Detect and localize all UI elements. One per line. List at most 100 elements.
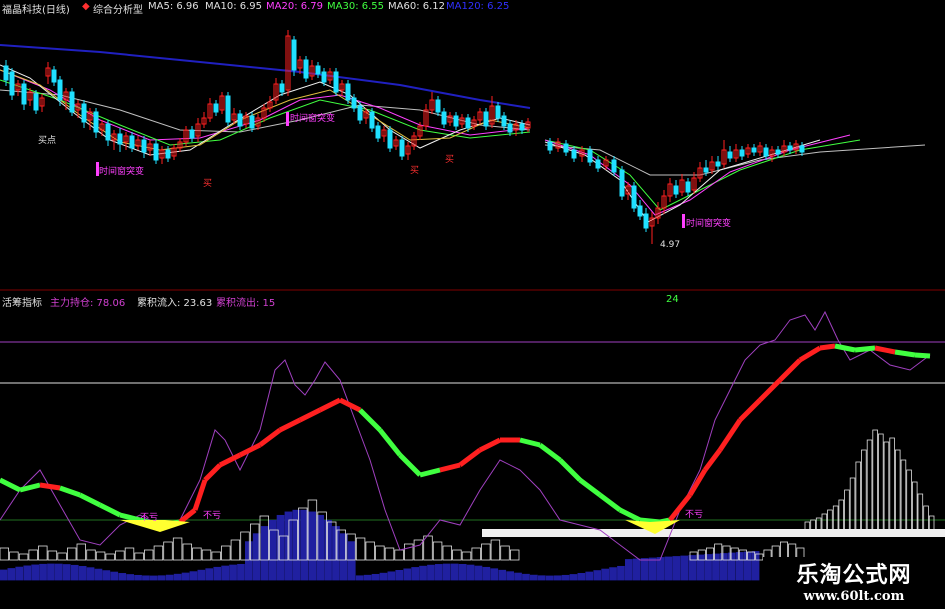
volume-white-bar-3 [28,549,38,561]
volume-white-bar-1 [9,551,19,561]
volume-white-bar-13 [124,547,135,561]
candle-left-19-body [117,133,123,145]
volume-blue-bar-0 [0,569,8,581]
volume-blue-bar-71 [561,574,570,581]
step-segment-38 [717,418,743,452]
buy-label-1: 买 [203,179,213,189]
volume-blue-bar-75 [593,570,602,581]
volume-white-bar-24 [230,539,241,561]
volume-blue-bar-64 [506,571,515,581]
volume-blue-bar-59 [466,564,475,581]
step-segment-46 [874,345,896,355]
volume-white-bar-right-1 [810,519,816,531]
volume-blue-bar-3 [23,565,32,581]
volume-blue-bar-15 [118,573,127,581]
step-segment-22 [419,467,441,478]
volume-white-bar-right-16 [895,449,901,531]
volume-blue-bar-10 [78,566,87,581]
volume-blue-bar-88 [696,554,705,581]
ma120-legend: MA120: 6.25 [446,1,510,12]
candle-right-2-body [563,143,569,153]
step-segment-44 [834,343,856,353]
volume-blue-bar-39 [308,511,317,581]
right-value: 24 [666,294,679,305]
volume-white-bar-right-18 [906,469,912,531]
volume-blue-bar-38 [300,509,309,581]
step-segment-16 [298,407,322,423]
step-segment-32 [618,507,642,523]
volume-blue-bar-22 [173,573,182,581]
candle-left-86-body [519,123,525,131]
step-segment-6 [119,512,141,523]
volume-blue-bar-4 [31,564,40,581]
step-segment-10 [192,479,208,511]
volume-blue-bar-7 [55,563,63,581]
volume-blue-bar-92 [727,552,736,581]
candle-right-25-body [715,161,721,167]
volume-white-bar-39 [375,545,385,561]
candle-left-3-body [21,83,27,105]
step-segment-5 [98,502,122,518]
candle-left-13-body [81,103,87,123]
ma60-legend: MA60: 6.12 [388,1,446,12]
volume-blue-bar-85 [672,556,681,581]
candle-right-11-body [631,185,637,209]
step-segment-24 [458,448,482,467]
volume-blue-bar-46 [363,574,372,581]
volume-white-bar-right-3 [821,513,828,531]
step-segment-41 [778,358,802,382]
step-segment-45 [854,345,876,353]
volume-blue-bar-18 [142,575,150,581]
volume-blue-bar-72 [569,574,578,581]
volume-blue-bar-24 [189,571,198,581]
candle-left-80-body [483,111,489,127]
step-segment-23 [439,462,461,473]
volume-blue-bar-12 [94,568,103,581]
volume-white-bar-37 [355,537,366,561]
volume-white-bar-4 [38,545,48,561]
watermark-en: www.60lt.com [803,589,905,604]
volume-white-bar-16 [153,545,164,561]
volume-white-bar-right-12 [872,429,878,531]
time-window-label-3: 时间窗突变 [686,219,732,229]
no-loss-label-3: 不亏 [685,510,704,520]
volume-blue-bar-52 [411,567,420,581]
volume-white-bar-right-0 [804,521,811,531]
volume-blue-bar-13 [102,570,111,581]
volume-white-bar-8 [76,543,87,561]
step-segment-17 [318,397,342,413]
volume-white-bar-22 [211,551,221,561]
volume-white-bar-21 [201,549,212,561]
volume-blue-bar-16 [126,574,134,581]
volume-blue-bar-66 [522,573,530,581]
candle-left-66-body [399,139,405,157]
volume-blue-bar-78 [617,565,625,581]
candle-left-31-body [189,129,195,139]
step-segment-2 [39,482,61,491]
indicator-name: 综合分析型 [93,5,143,16]
chart-screen: 福晶科技(日线) ◆ 综合分析型 MA5: 6.96 MA10: 6.95 MA… [0,0,945,609]
volume-blue-bar-25 [197,569,206,581]
volume-blue-bar-11 [86,567,95,581]
white-band [482,529,945,537]
candle-left-50-body [303,59,309,79]
volume-white-bar-38 [365,541,375,561]
volume-white-bar-7 [67,547,77,561]
volume-white-bar-right-10 [861,449,867,531]
volume-white-bar-41 [394,549,404,561]
ma10-legend: MA10: 6.95 [205,1,263,12]
volume-white-bar-12 [115,550,125,561]
volume-white-bar-52 [500,545,510,561]
volume-white-bar-right-21 [923,505,929,531]
volume-white-bar-0 [0,547,10,561]
step-segment-3 [59,485,81,498]
volume-blue-bar-1 [7,568,16,581]
candle-left-72-body [435,99,441,113]
volume-blue-bar-55 [434,564,443,581]
volume-blue-bar-57 [450,563,459,581]
volume-white-bar-right-14 [883,441,890,531]
candle-left-17-body [105,123,111,141]
volume-blue-bar-20 [157,575,166,581]
volume-blue-bar-50 [395,569,404,581]
volume-blue-bar-56 [442,563,451,581]
